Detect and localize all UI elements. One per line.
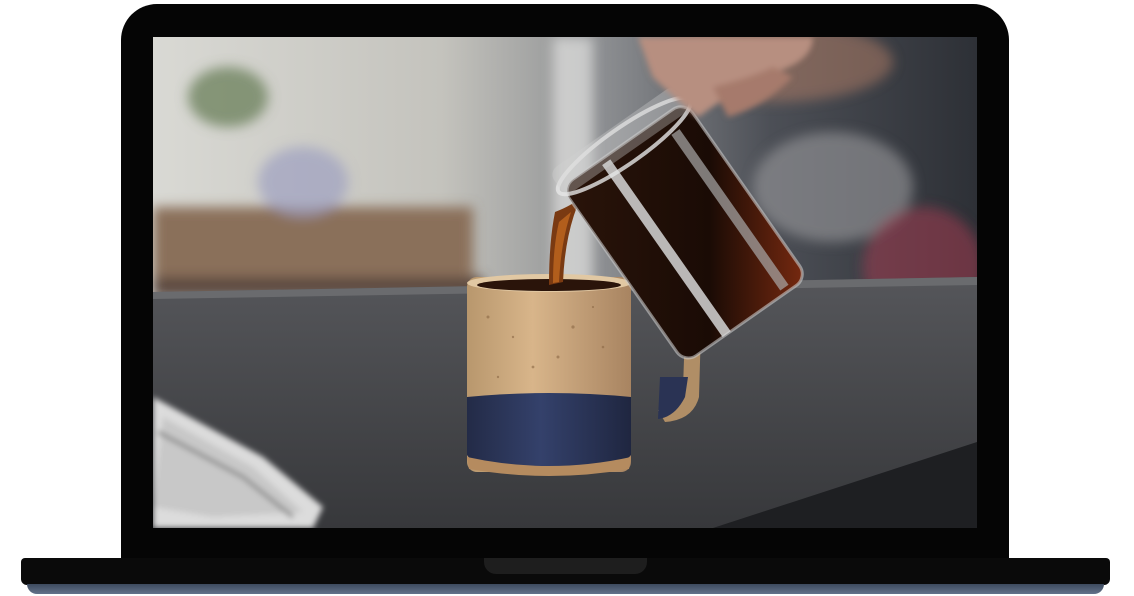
laptop-screen [153, 37, 977, 528]
coffee-pour-photo [153, 37, 977, 528]
laptop-mockup [0, 0, 1134, 596]
laptop-opening-notch [484, 558, 647, 574]
laptop-base-edge [27, 584, 1104, 594]
